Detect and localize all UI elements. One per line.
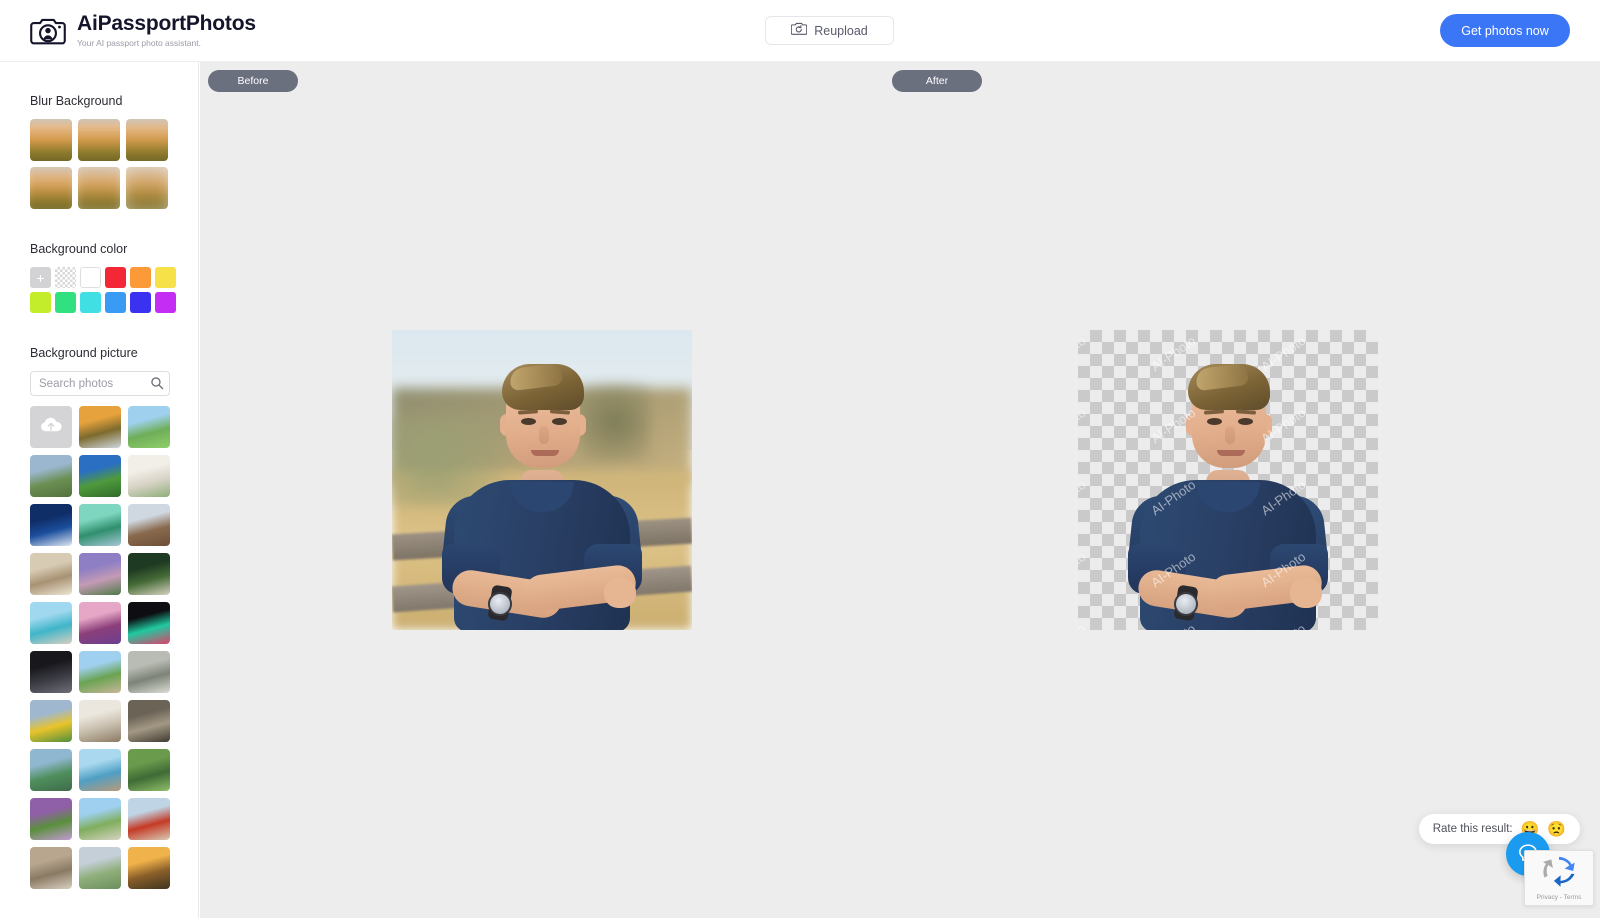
photo-chalkboard-formula[interactable]: [30, 651, 72, 693]
reupload-button[interactable]: Reupload: [765, 16, 894, 45]
recaptcha-badge[interactable]: Privacy - Terms: [1524, 850, 1594, 906]
photo-white-corridor[interactable]: [79, 700, 121, 742]
photo-stone-columns[interactable]: [128, 700, 170, 742]
brand-text: AiPassportPhotos Your AI passport photo …: [77, 12, 256, 49]
sidebar: Blur Background Background color + Backg…: [0, 62, 199, 918]
get-photos-now-button[interactable]: Get photos now: [1440, 14, 1570, 47]
camera-portrait-icon: [30, 16, 66, 46]
recaptcha-terms[interactable]: Privacy - Terms: [1537, 894, 1582, 901]
preview-canvas: Before After AI-Photo AI-Photo AI-Photo …: [200, 62, 1600, 918]
search-icon[interactable]: [150, 376, 164, 390]
photo-desert-plain[interactable]: [128, 504, 170, 546]
photo-chair-under-tree[interactable]: [128, 553, 170, 595]
after-image[interactable]: AI-Photo AI-Photo AI-Photo AI-Photo AI-Photo…: [1078, 330, 1378, 630]
photo-sea-wooden-pier[interactable]: [79, 749, 121, 791]
blur-level-1[interactable]: [30, 119, 72, 161]
blur-level-2[interactable]: [78, 119, 120, 161]
photo-grass-walkway[interactable]: [79, 798, 121, 840]
blur-level-6[interactable]: [126, 167, 168, 209]
photo-lavender-path[interactable]: [30, 798, 72, 840]
photo-birch-forest[interactable]: [128, 651, 170, 693]
rate-result-widget: Rate this result: 😀 😟: [1418, 814, 1580, 844]
color-swatch-blue[interactable]: [105, 292, 126, 313]
photo-pisa-tower[interactable]: [30, 847, 72, 889]
brand-tagline: Your AI passport photo assistant.: [77, 38, 201, 48]
cutout-portrait-photo: [1078, 330, 1378, 630]
photo-yellow-tulips-mountain[interactable]: [30, 700, 72, 742]
color-swatch-cyan[interactable]: [80, 292, 101, 313]
color-swatch-magenta[interactable]: [155, 292, 176, 313]
brand-name: AiPassportPhotos: [77, 12, 256, 35]
blur-level-5[interactable]: [78, 167, 120, 209]
photo-lake-rocks-green[interactable]: [30, 749, 72, 791]
background-picture-title: Background picture: [30, 346, 138, 360]
photo-ferris-wheel-night[interactable]: [128, 602, 170, 644]
upload-photo-tile[interactable]: [30, 406, 72, 448]
blur-background-grid: [30, 119, 198, 209]
camera-refresh-icon: [790, 21, 808, 41]
blur-background-title: Blur Background: [30, 94, 123, 108]
photo-cloudy-field[interactable]: [79, 847, 121, 889]
photo-green-golf-hills[interactable]: [79, 455, 121, 497]
background-picture-grid: [30, 406, 198, 889]
before-image[interactable]: [392, 330, 692, 630]
photo-green-car-tree[interactable]: [79, 504, 121, 546]
after-badge: After: [892, 70, 982, 92]
app-header: AiPassportPhotos Your AI passport photo …: [0, 0, 1600, 62]
color-swatch-orange[interactable]: [130, 267, 151, 288]
color-swatch-transparent[interactable]: [55, 267, 76, 288]
original-portrait-photo: [392, 330, 692, 630]
blur-level-3[interactable]: [126, 119, 168, 161]
reupload-label: Reupload: [814, 23, 868, 38]
color-swatch-indigo[interactable]: [130, 292, 151, 313]
color-swatch-add-custom-color[interactable]: +: [30, 267, 51, 288]
background-color-grid: +: [30, 267, 198, 313]
photo-mountain-meadow[interactable]: [30, 455, 72, 497]
app-root: AiPassportPhotos Your AI passport photo …: [0, 0, 1600, 918]
color-swatch-red[interactable]: [105, 267, 126, 288]
rate-sad-icon[interactable]: 😟: [1547, 822, 1566, 837]
photo-full-moon-night[interactable]: [30, 504, 72, 546]
photo-beach-pier[interactable]: [30, 602, 72, 644]
blur-level-4[interactable]: [30, 167, 72, 209]
photo-red-building-town[interactable]: [128, 798, 170, 840]
photo-white-room-plants[interactable]: [128, 455, 170, 497]
color-swatch-green[interactable]: [55, 292, 76, 313]
cloud-upload-icon: [40, 416, 62, 438]
color-swatch-lime[interactable]: [30, 292, 51, 313]
color-swatch-white[interactable]: [80, 267, 101, 288]
photo-sunset-ridge[interactable]: [128, 847, 170, 889]
search-input[interactable]: [30, 371, 170, 396]
photo-tulip-sunset-field[interactable]: [79, 602, 121, 644]
color-swatch-yellow[interactable]: [155, 267, 176, 288]
photo-purple-sunset-hills[interactable]: [79, 553, 121, 595]
photo-green-valley-hills[interactable]: [128, 749, 170, 791]
photo-park-pathway[interactable]: [79, 651, 121, 693]
brand-logo[interactable]: AiPassportPhotos Your AI passport photo …: [30, 12, 256, 49]
recaptcha-icon: [1540, 855, 1578, 894]
photo-autumn-city[interactable]: [79, 406, 121, 448]
photo-curtain-window[interactable]: [30, 553, 72, 595]
photo-lone-tree-field[interactable]: [128, 406, 170, 448]
before-badge: Before: [208, 70, 298, 92]
background-color-title: Background color: [30, 242, 128, 256]
rate-result-label: Rate this result:: [1432, 823, 1513, 835]
search-photos-wrap: [30, 371, 170, 396]
